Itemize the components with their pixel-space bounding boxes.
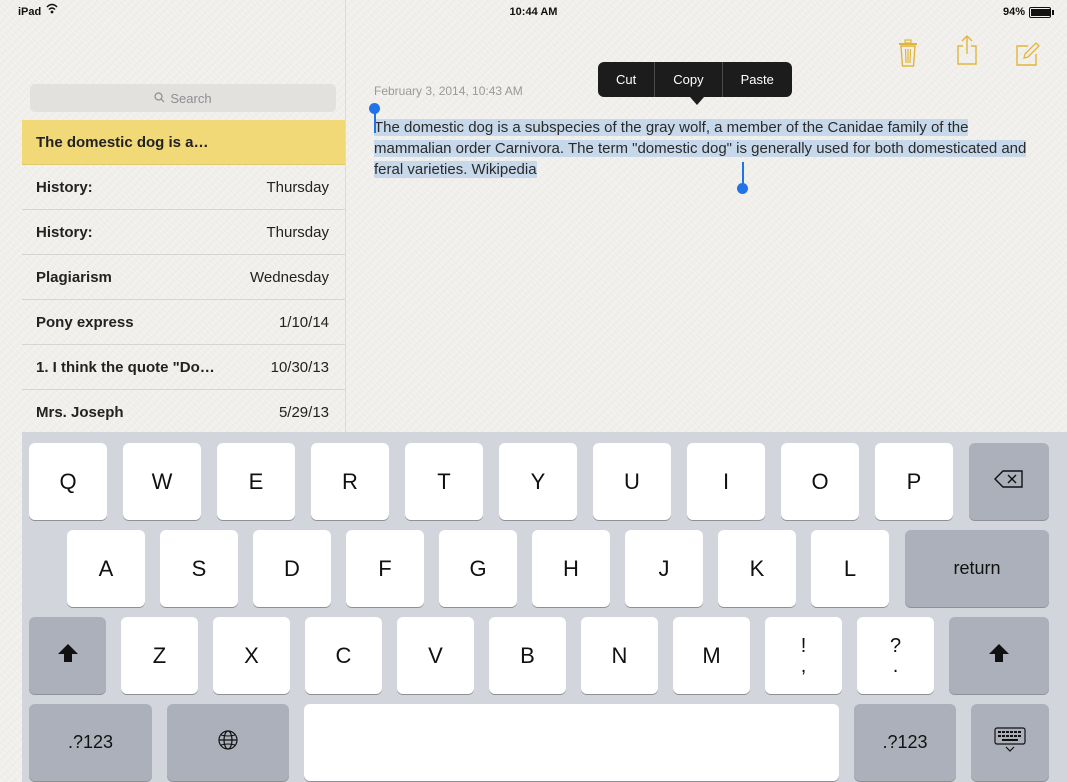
key-d[interactable]: D (253, 530, 331, 607)
battery-icon (1029, 7, 1054, 18)
key-z[interactable]: Z (121, 617, 198, 694)
key-s[interactable]: S (160, 530, 238, 607)
note-title: History: (36, 224, 93, 241)
note-title: History: (36, 179, 93, 196)
note-list-item[interactable]: 1. I think the quote "Do… 10/30/13 (22, 345, 345, 390)
selected-text[interactable]: The domestic dog is a subspecies of the … (374, 119, 1027, 178)
note-body[interactable]: The domestic dog is a subspecies of the … (374, 117, 1034, 180)
paste-button[interactable]: Paste (721, 62, 792, 97)
space-bar[interactable] (304, 704, 839, 781)
shift-key-left[interactable] (29, 617, 106, 694)
selection-start-caret (374, 113, 376, 133)
key-x[interactable]: X (213, 617, 290, 694)
key-c[interactable]: C (305, 617, 382, 694)
note-timestamp: February 3, 2014, 10:43 AM (374, 84, 523, 98)
selection-end-caret (742, 162, 744, 184)
notes-sidebar: Search The domestic dog is a… History: T… (22, 0, 346, 435)
note-list-item[interactable]: The domestic dog is a… (22, 120, 345, 165)
note-date: 10/30/13 (270, 359, 329, 376)
key-f[interactable]: F (346, 530, 424, 607)
key-question-period[interactable]: ? . (857, 617, 934, 694)
globe-key[interactable] (167, 704, 289, 781)
key-top-char: ? (889, 634, 902, 657)
note-date: 1/10/14 (278, 314, 329, 331)
key-bottom-char: . (892, 654, 899, 677)
key-w[interactable]: W (123, 443, 201, 520)
note-title: The domestic dog is a… (36, 134, 209, 151)
note-list-item[interactable]: History: Thursday (22, 210, 345, 255)
backspace-icon (994, 469, 1024, 495)
note-title: Pony express (36, 314, 134, 331)
key-i[interactable]: I (687, 443, 765, 520)
key-k[interactable]: K (718, 530, 796, 607)
key-o[interactable]: O (781, 443, 859, 520)
shift-icon (988, 643, 1010, 669)
edit-menu-arrow (690, 97, 704, 105)
key-bottom-char: , (800, 654, 807, 677)
cut-button[interactable]: Cut (598, 62, 654, 97)
key-b[interactable]: B (489, 617, 566, 694)
compose-icon[interactable] (1014, 38, 1040, 68)
note-title: 1. I think the quote "Do… (36, 359, 215, 376)
key-g[interactable]: G (439, 530, 517, 607)
key-t[interactable]: T (405, 443, 483, 520)
note-title: Mrs. Joseph (36, 404, 124, 421)
note-list-item[interactable]: History: Thursday (22, 165, 345, 210)
onscreen-keyboard: Q W E R T Y U I O P A S D F G H J K L re… (22, 432, 1067, 782)
key-l[interactable]: L (811, 530, 889, 607)
shift-icon (57, 643, 79, 669)
key-e[interactable]: E (217, 443, 295, 520)
key-p[interactable]: P (875, 443, 953, 520)
keyboard-dismiss-icon (993, 726, 1027, 759)
note-list-item[interactable]: Pony express 1/10/14 (22, 300, 345, 345)
trash-icon[interactable] (896, 38, 922, 68)
key-q[interactable]: Q (29, 443, 107, 520)
key-h[interactable]: H (532, 530, 610, 607)
note-date: 5/29/13 (278, 404, 329, 421)
key-u[interactable]: U (593, 443, 671, 520)
copy-button[interactable]: Copy (654, 62, 721, 97)
backspace-key[interactable] (969, 443, 1049, 520)
selection-end-handle[interactable] (737, 183, 748, 194)
note-date: Thursday (266, 179, 329, 196)
key-m[interactable]: M (673, 617, 750, 694)
key-r[interactable]: R (311, 443, 389, 520)
numbers-key-right[interactable]: .?123 (854, 704, 956, 781)
note-date: Thursday (266, 224, 329, 241)
key-top-char: ! (800, 634, 807, 657)
note-list-item[interactable]: Plagiarism Wednesday (22, 255, 345, 300)
globe-icon (217, 729, 239, 757)
shift-key-right[interactable] (949, 617, 1049, 694)
key-n[interactable]: N (581, 617, 658, 694)
search-placeholder: Search (170, 90, 212, 106)
key-v[interactable]: V (397, 617, 474, 694)
note-date: Wednesday (250, 269, 329, 286)
key-exclamation-comma[interactable]: ! , (765, 617, 842, 694)
search-field[interactable]: Search (30, 84, 336, 112)
note-list: The domestic dog is a… History: Thursday… (22, 120, 345, 435)
edit-menu: Cut Copy Paste (598, 62, 792, 105)
key-y[interactable]: Y (499, 443, 577, 520)
return-key[interactable]: return (905, 530, 1049, 607)
search-icon (154, 91, 165, 106)
battery-percent: 94% (1002, 6, 1025, 18)
keyboard-dismiss-key[interactable] (971, 704, 1049, 781)
key-a[interactable]: A (67, 530, 145, 607)
key-j[interactable]: J (625, 530, 703, 607)
share-icon[interactable] (954, 34, 980, 65)
numbers-key-left[interactable]: .?123 (29, 704, 152, 781)
note-title: Plagiarism (36, 269, 112, 286)
note-list-item[interactable]: Mrs. Joseph 5/29/13 (22, 390, 345, 435)
